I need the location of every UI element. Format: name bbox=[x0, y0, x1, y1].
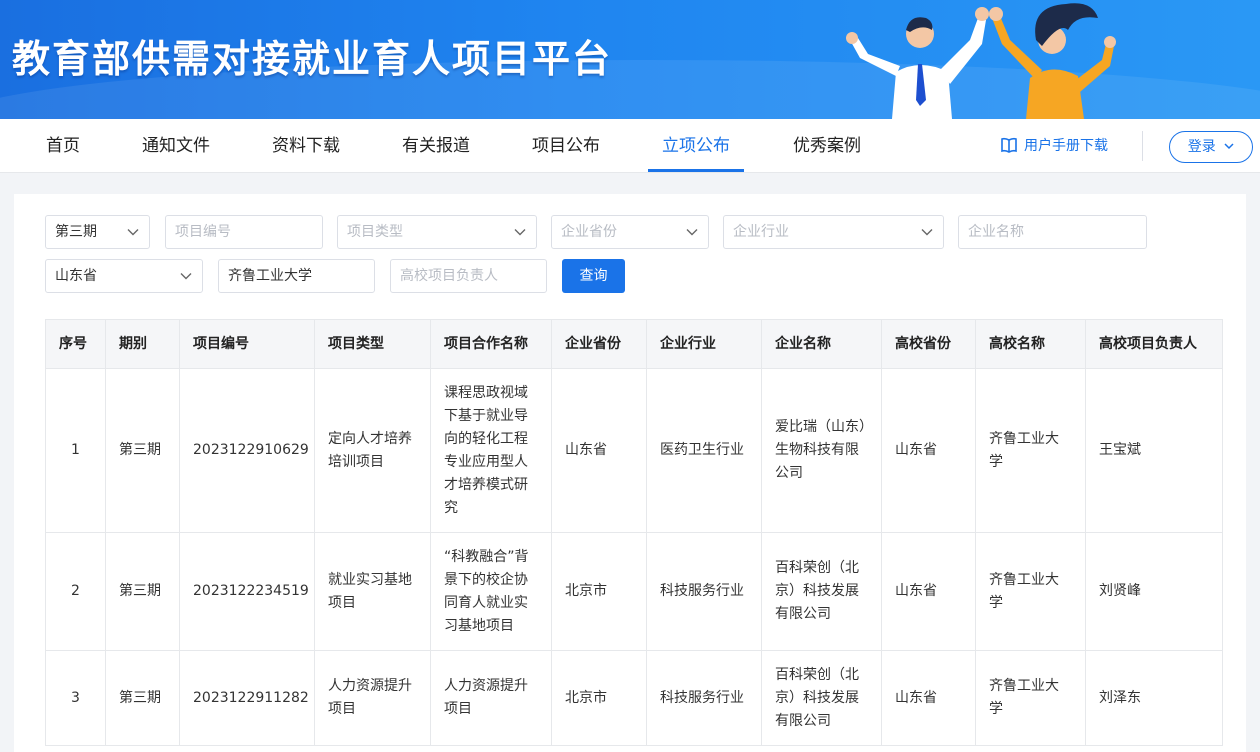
table-cell: 百科荣创（北京）科技发展有限公司 bbox=[761, 532, 882, 651]
nav-item-downloads[interactable]: 资料下载 bbox=[272, 119, 340, 173]
book-icon bbox=[1001, 137, 1017, 153]
table-row: 3 第三期 2023122911282 人力资源提升项目 人力资源提升项目 北京… bbox=[45, 650, 1223, 746]
table-row: 2 第三期 2023122234519 就业实习基地项目 “科教融合”背景下的校… bbox=[45, 532, 1223, 651]
table-cell: 山东省 bbox=[881, 368, 976, 533]
table-row: 1 第三期 2023122910629 定向人才培养培训项目 课程思政视域下基于… bbox=[45, 368, 1223, 533]
period-select[interactable]: 第三期 bbox=[45, 215, 150, 249]
nav-item-reports[interactable]: 有关报道 bbox=[402, 119, 470, 173]
project-number-placeholder: 项目编号 bbox=[175, 224, 231, 240]
table-cell: 刘贤峰 bbox=[1085, 532, 1223, 651]
column-header: 高校项目负责人 bbox=[1085, 319, 1223, 369]
high-five-illustration bbox=[846, 3, 1116, 119]
school-province-select[interactable]: 山东省 bbox=[45, 259, 203, 293]
nav-item-cases[interactable]: 优秀案例 bbox=[793, 119, 861, 173]
project-number-input[interactable]: 项目编号 bbox=[165, 215, 323, 249]
chevron-down-icon bbox=[686, 229, 698, 236]
table-cell: 2023122234519 bbox=[179, 532, 315, 651]
table-cell: 齐鲁工业大学 bbox=[975, 368, 1086, 533]
period-select-value: 第三期 bbox=[55, 224, 97, 240]
column-header: 项目类型 bbox=[314, 319, 431, 369]
table-cell: 爱比瑞（山东）生物科技有限公司 bbox=[761, 368, 882, 533]
column-header: 企业名称 bbox=[761, 319, 882, 369]
table-cell: 科技服务行业 bbox=[646, 532, 762, 651]
table-cell: 人力资源提升项目 bbox=[430, 650, 552, 746]
table-cell: 3 bbox=[45, 650, 106, 746]
table-cell: “科教融合”背景下的校企协同育人就业实习基地项目 bbox=[430, 532, 552, 651]
company-province-placeholder: 企业省份 bbox=[561, 224, 617, 240]
table-cell: 2 bbox=[45, 532, 106, 651]
table-cell: 齐鲁工业大学 bbox=[975, 650, 1086, 746]
column-header: 企业省份 bbox=[551, 319, 647, 369]
column-header: 序号 bbox=[45, 319, 106, 369]
nav-item-approved[interactable]: 立项公布 bbox=[662, 119, 730, 173]
school-leader-placeholder: 高校项目负责人 bbox=[400, 268, 498, 284]
column-header: 项目合作名称 bbox=[430, 319, 552, 369]
table-cell: 定向人才培养培训项目 bbox=[314, 368, 431, 533]
login-button[interactable]: 登录 bbox=[1169, 131, 1253, 163]
chevron-down-icon bbox=[1224, 143, 1234, 150]
table-cell: 齐鲁工业大学 bbox=[975, 532, 1086, 651]
table-cell: 医药卫生行业 bbox=[646, 368, 762, 533]
nav-divider bbox=[1142, 131, 1143, 161]
table-cell: 山东省 bbox=[551, 368, 647, 533]
column-header: 企业行业 bbox=[646, 319, 762, 369]
manual-download-label: 用户手册下载 bbox=[1024, 138, 1108, 154]
results-table: 序号 期别 项目编号 项目类型 项目合作名称 企业省份 企业行业 企业名称 高校… bbox=[45, 319, 1223, 746]
table-cell: 山东省 bbox=[881, 532, 976, 651]
project-type-placeholder: 项目类型 bbox=[347, 224, 403, 240]
header-banner: 教育部供需对接就业育人项目平台 bbox=[0, 0, 1260, 119]
chevron-down-icon bbox=[514, 229, 526, 236]
site-title: 教育部供需对接就业育人项目平台 bbox=[12, 37, 613, 81]
school-name-value: 齐鲁工业大学 bbox=[228, 268, 312, 284]
column-header: 期别 bbox=[105, 319, 180, 369]
chevron-down-icon bbox=[127, 229, 139, 236]
table-cell: 人力资源提升项目 bbox=[314, 650, 431, 746]
nav-item-projects[interactable]: 项目公布 bbox=[532, 119, 600, 173]
table-cell: 第三期 bbox=[105, 532, 180, 651]
table-cell: 第三期 bbox=[105, 650, 180, 746]
nav-item-notices[interactable]: 通知文件 bbox=[142, 119, 210, 173]
manual-download-link[interactable]: 用户手册下载 bbox=[1000, 119, 1108, 173]
school-name-input[interactable]: 齐鲁工业大学 bbox=[218, 259, 375, 293]
query-button[interactable]: 查询 bbox=[562, 259, 625, 293]
column-header: 高校省份 bbox=[881, 319, 976, 369]
table-cell: 刘泽东 bbox=[1085, 650, 1223, 746]
table-cell: 北京市 bbox=[551, 532, 647, 651]
table-cell: 课程思政视域下基于就业导向的轻化工程专业应用型人才培养模式研究 bbox=[430, 368, 552, 533]
table-cell: 就业实习基地项目 bbox=[314, 532, 431, 651]
table-cell: 百科荣创（北京）科技发展有限公司 bbox=[761, 650, 882, 746]
table-cell: 北京市 bbox=[551, 650, 647, 746]
column-header: 高校名称 bbox=[975, 319, 1086, 369]
company-name-input[interactable]: 企业名称 bbox=[958, 215, 1147, 249]
table-header-row: 序号 期别 项目编号 项目类型 项目合作名称 企业省份 企业行业 企业名称 高校… bbox=[45, 319, 1223, 369]
column-header: 项目编号 bbox=[179, 319, 315, 369]
company-industry-select[interactable]: 企业行业 bbox=[723, 215, 944, 249]
active-tab-indicator bbox=[648, 169, 744, 172]
login-label: 登录 bbox=[1187, 139, 1216, 155]
main-nav: 首页 通知文件 资料下载 有关报道 项目公布 立项公布 优秀案例 用户手册下载 … bbox=[0, 119, 1260, 173]
chevron-down-icon bbox=[921, 229, 933, 236]
nav-item-home[interactable]: 首页 bbox=[46, 119, 80, 173]
company-name-placeholder: 企业名称 bbox=[968, 224, 1024, 240]
company-industry-placeholder: 企业行业 bbox=[733, 224, 789, 240]
table-cell: 1 bbox=[45, 368, 106, 533]
table-cell: 2023122910629 bbox=[179, 368, 315, 533]
table-cell: 王宝斌 bbox=[1085, 368, 1223, 533]
chevron-down-icon bbox=[180, 273, 192, 280]
table-cell: 第三期 bbox=[105, 368, 180, 533]
table-cell: 科技服务行业 bbox=[646, 650, 762, 746]
project-type-select[interactable]: 项目类型 bbox=[337, 215, 537, 249]
company-province-select[interactable]: 企业省份 bbox=[551, 215, 709, 249]
table-cell: 2023122911282 bbox=[179, 650, 315, 746]
table-cell: 山东省 bbox=[881, 650, 976, 746]
school-province-value: 山东省 bbox=[55, 268, 97, 284]
school-leader-input[interactable]: 高校项目负责人 bbox=[390, 259, 547, 293]
